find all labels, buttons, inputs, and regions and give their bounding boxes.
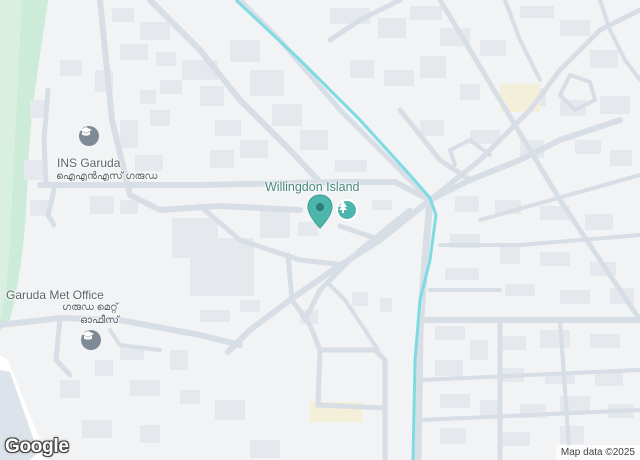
- ins-garuda-marker[interactable]: [79, 126, 99, 146]
- park-marker[interactable]: [336, 199, 358, 221]
- school-icon: [80, 127, 92, 136]
- tree-icon: [339, 201, 347, 213]
- google-logo: Google: [5, 436, 69, 457]
- building-blocks: [24, 6, 634, 458]
- map-canvas[interactable]: [0, 0, 640, 460]
- met-office-marker[interactable]: [81, 330, 101, 350]
- road-network: [0, 0, 640, 460]
- map-view[interactable]: INS Garuda ഐഎൻഎസ് ഗരുഡ Garuda Met Office…: [0, 0, 640, 460]
- ins-garuda-label: INS Garuda: [57, 156, 121, 170]
- met-office-label: Garuda Met Office: [6, 288, 104, 302]
- school-icon: [82, 331, 94, 340]
- willingdon-island-label: Willingdon Island: [265, 180, 360, 194]
- location-pin-icon[interactable]: [306, 194, 334, 230]
- met-office-label-ml-1: ഗരുഡ മെറ്റ്: [62, 302, 118, 313]
- met-office-label-ml-2: ഓഫീസ്: [80, 315, 119, 326]
- map-attribution[interactable]: Map data ©2025: [555, 445, 640, 460]
- ins-garuda-label-ml: ഐഎൻഎസ് ഗരുഡ: [56, 171, 158, 182]
